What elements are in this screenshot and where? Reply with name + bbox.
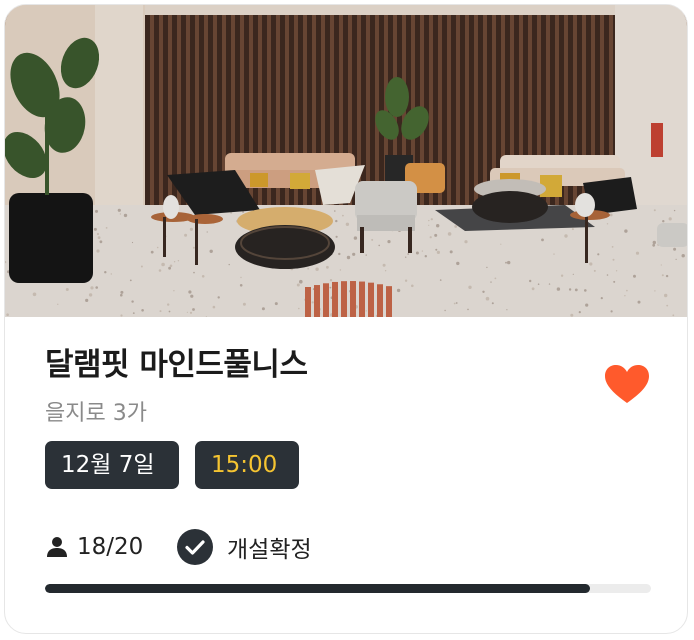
participants-count: 18/20 <box>77 534 144 560</box>
favorite-button[interactable] <box>603 363 651 407</box>
check-circle-icon <box>177 529 213 565</box>
participants-progress-fill <box>45 584 591 593</box>
date-chip: 12월 7일 <box>45 441 179 489</box>
heart-icon <box>605 365 649 403</box>
status-label: 개설확정 <box>227 537 312 563</box>
status-badge: 개설확정 <box>177 527 312 567</box>
location-text: 을지로 3가 <box>45 401 147 426</box>
time-chip: 15:00 <box>195 441 299 489</box>
participants-progress-bar <box>45 584 651 593</box>
card-title: 달램핏 마인드풀니스 <box>45 347 308 383</box>
participants-info: 18/20 <box>45 527 143 567</box>
card-image <box>5 5 687 317</box>
person-icon <box>47 537 67 557</box>
gathering-card[interactable]: 달램핏 마인드풀니스 을지로 3가 12월 7일 15:00 18/20 개설확… <box>4 4 688 634</box>
